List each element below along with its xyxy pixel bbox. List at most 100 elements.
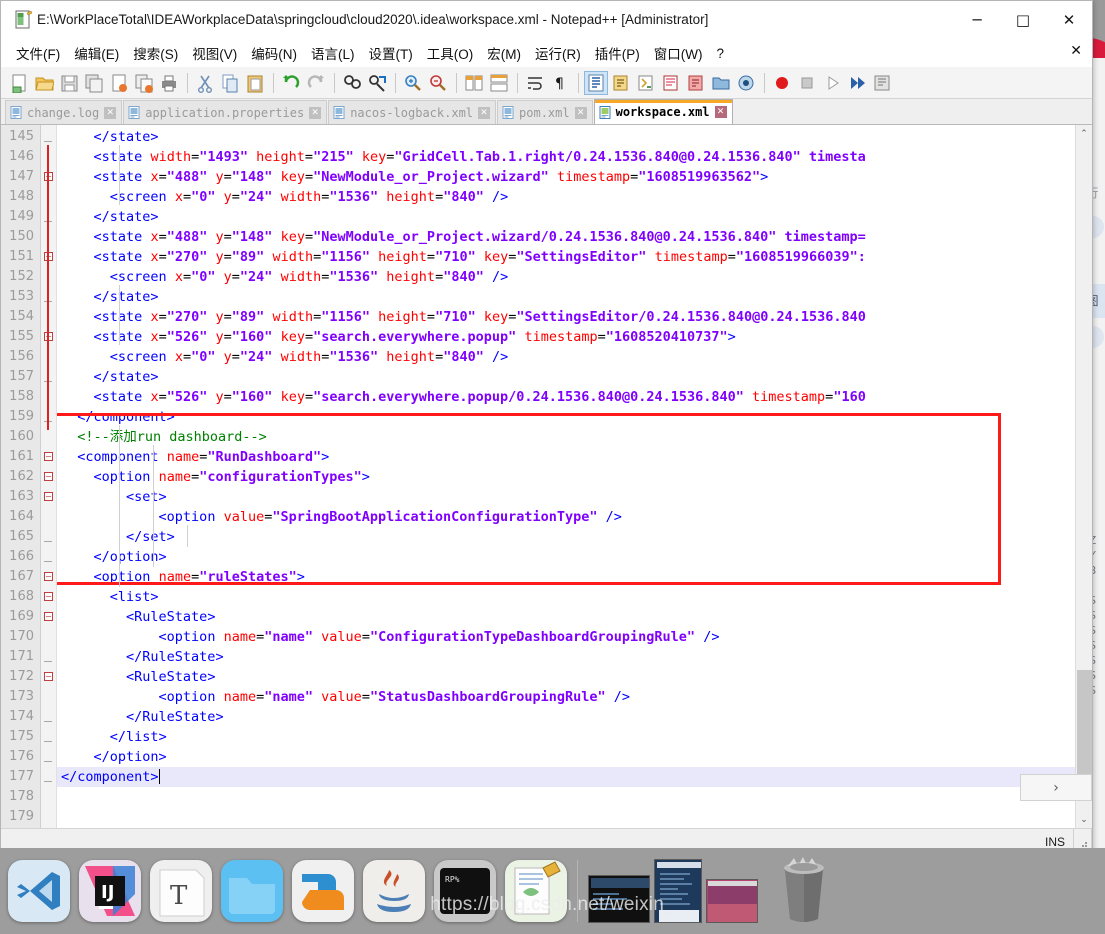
fold-collapse-icon[interactable]: − [41,567,56,587]
code-line[interactable]: <RuleState> [57,607,1075,627]
mini-window-ubuntu[interactable] [706,879,758,923]
menu-plugins[interactable]: 插件(P) [588,40,647,66]
code-line[interactable]: <state x="526" y="160" key="search.every… [57,327,1075,347]
tab-pom-xml[interactable]: pom.xml ✕ [497,100,593,124]
code-line[interactable]: </RuleState> [57,647,1075,667]
code-line[interactable]: <screen x="0" y="24" width="1536" height… [57,347,1075,367]
code-line[interactable]: <list> [57,587,1075,607]
code-line[interactable]: <component name="RunDashboard"> [57,447,1075,467]
tab-close-icon[interactable]: ✕ [309,106,322,119]
fold-collapse-icon[interactable]: − [41,607,56,627]
menu-language[interactable]: 语言(L) [304,40,362,66]
tab-change-log[interactable]: change.log ✕ [5,100,123,124]
trash-icon[interactable] [772,853,836,930]
menu-encoding[interactable]: 编码(N) [244,40,304,66]
new-file-icon[interactable] [7,71,31,95]
code-line[interactable]: <state x="526" y="160" key="search.every… [57,387,1075,407]
code-line[interactable]: </state> [57,367,1075,387]
paste-icon[interactable] [243,71,267,95]
macro-playback-multiple-icon[interactable] [845,71,869,95]
menu-tools[interactable]: 工具(O) [420,40,481,66]
close-button[interactable]: ✕ [1046,1,1092,38]
fold-collapse-icon[interactable]: − [41,587,56,607]
redo-icon[interactable] [304,71,328,95]
menu-help[interactable]: ? [709,43,731,64]
code-line[interactable] [57,807,1075,827]
code-line[interactable]: <state x="270" y="89" width="1156" heigh… [57,247,1075,267]
code-content[interactable]: </state> <state width="1493" height="215… [57,125,1075,828]
folder-as-workspace-icon[interactable] [709,71,733,95]
mini-window-editor[interactable] [654,859,702,923]
sync-horizontal-icon[interactable] [487,71,511,95]
fold-collapse-icon[interactable]: − [41,667,56,687]
macro-play-icon[interactable] [820,71,844,95]
open-file-icon[interactable] [32,71,56,95]
code-line[interactable] [57,787,1075,807]
menu-window[interactable]: 窗口(W) [647,40,710,66]
sync-vertical-icon[interactable] [462,71,486,95]
code-line[interactable]: <option name="name" value="StatusDashboa… [57,687,1075,707]
close-document-button[interactable]: ✕ [1070,43,1082,59]
word-wrap-icon[interactable] [523,71,547,95]
code-line[interactable]: </state> [57,207,1075,227]
code-line[interactable]: <option name="name" value="Configuration… [57,627,1075,647]
terminal-icon[interactable]: RP% [434,860,496,922]
typora-icon[interactable]: T [150,860,212,922]
code-line[interactable]: </option> [57,747,1075,767]
code-line[interactable]: </state> [57,287,1075,307]
code-line[interactable]: <state x="488" y="148" key="NewModule_or… [57,227,1075,247]
tab-close-icon[interactable]: ✕ [104,106,117,119]
code-line[interactable]: <state width="1493" height="215" key="Gr… [57,147,1075,167]
code-line[interactable]: </state> [57,127,1075,147]
tab-close-icon[interactable]: ✕ [714,106,727,118]
menu-macro[interactable]: 宏(M) [480,40,528,66]
code-line[interactable]: <state x="270" y="89" width="1156" heigh… [57,307,1075,327]
code-line[interactable]: <state x="488" y="148" key="NewModule_or… [57,167,1075,187]
overflow-chevron-button[interactable]: › [1020,774,1092,801]
code-line[interactable]: <screen x="0" y="24" width="1536" height… [57,187,1075,207]
save-all-icon[interactable] [82,71,106,95]
code-line[interactable]: <RuleState> [57,667,1075,687]
tab-workspace-xml[interactable]: workspace.xml ✕ [593,99,733,124]
undo-icon[interactable] [279,71,303,95]
macro-stop-icon[interactable] [795,71,819,95]
menu-settings[interactable]: 设置(T) [362,40,420,66]
show-symbol-icon[interactable] [634,71,658,95]
intellij-idea-icon[interactable]: IJ [79,860,141,922]
minimize-button[interactable]: ─ [954,1,1000,38]
code-line[interactable]: </component> [57,407,1075,427]
code-line[interactable]: </component> [57,767,1075,787]
macro-record-icon[interactable] [770,71,794,95]
tab-application-properties[interactable]: application.properties ✕ [123,100,328,124]
code-line[interactable]: <option value="SpringBootApplicationConf… [57,507,1075,527]
folder-icon[interactable] [221,860,283,922]
user-language-icon[interactable] [609,71,633,95]
java-icon[interactable] [363,860,425,922]
save-icon[interactable] [57,71,81,95]
show-all-chars-icon[interactable]: ¶ [548,71,572,95]
tab-nacos-logback-xml[interactable]: nacos-logback.xml ✕ [328,100,497,124]
vmware-icon[interactable] [292,860,354,922]
code-line[interactable]: </set> [57,527,1075,547]
scroll-up-arrow[interactable]: ⌃ [1076,125,1092,142]
print-icon[interactable] [157,71,181,95]
zoom-out-icon[interactable] [426,71,450,95]
monitor-icon[interactable] [734,71,758,95]
fold-collapse-icon[interactable]: − [41,447,56,467]
scroll-down-arrow[interactable]: ⌄ [1076,811,1092,828]
menu-view[interactable]: 视图(V) [185,40,244,66]
code-line[interactable]: </RuleState> [57,707,1075,727]
maximize-button[interactable]: □ [1000,1,1046,38]
menu-file[interactable]: 文件(F) [9,40,67,66]
tab-close-icon[interactable]: ✕ [478,106,491,119]
code-line[interactable]: </list> [57,727,1075,747]
close-all-icon[interactable] [132,71,156,95]
close-file-icon[interactable] [107,71,131,95]
replace-icon[interactable] [365,71,389,95]
fold-collapse-icon[interactable]: − [41,487,56,507]
document-map-icon[interactable] [659,71,683,95]
editor-vertical-scrollbar[interactable]: ⌃ ⌄ [1075,125,1092,828]
menu-search[interactable]: 搜索(S) [126,40,185,66]
code-line[interactable]: <set> [57,487,1075,507]
fold-collapse-icon[interactable]: − [41,467,56,487]
